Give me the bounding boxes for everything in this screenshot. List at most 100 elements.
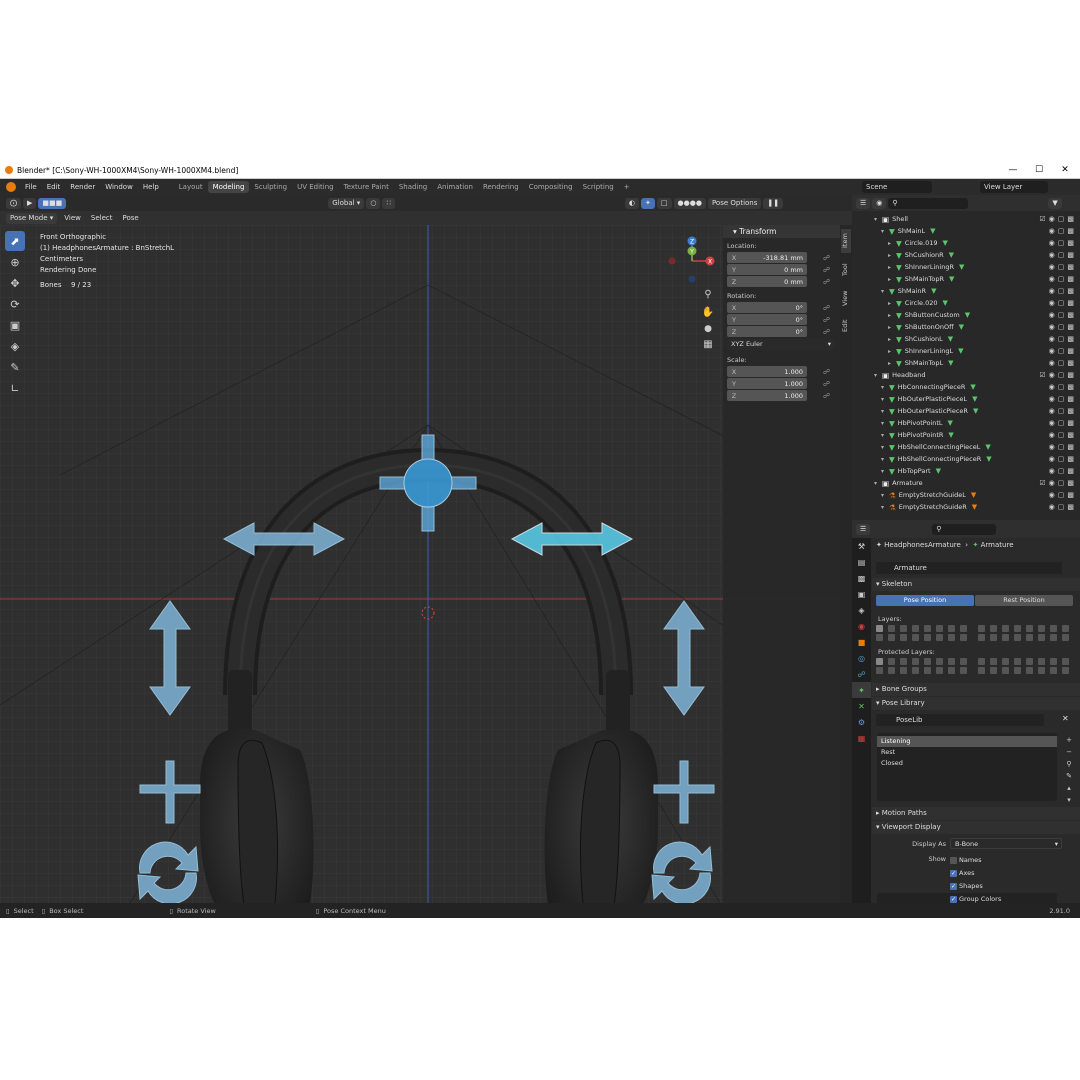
expand-arrow-icon[interactable]: ▾ [881,468,889,475]
rotation-y-field[interactable]: Y 0° ☍ [727,314,830,325]
expand-arrow-icon[interactable]: ▸ [888,276,896,283]
scale-x-field[interactable]: X 1.000 ☍ [727,366,830,377]
outliner-row[interactable]: ▸ ▼ ShMainTopR ▼ ◉▢▩ [852,273,1080,285]
layer-toggle[interactable] [978,625,985,632]
expand-arrow-icon[interactable]: ▾ [881,444,889,451]
tab-tool[interactable]: Tool [841,259,851,281]
visibility-icon[interactable]: ◉▢▩ [1049,431,1077,439]
layer-toggle[interactable] [948,625,955,632]
tab-animation[interactable]: Animation [432,181,478,193]
editor-type-icon[interactable]: ⨀ [6,197,21,209]
layer-toggle[interactable] [960,625,967,632]
outliner-row[interactable]: ▸ ▼ Circle.020 ▼ ◉▢▩ [852,297,1080,309]
layer-toggle[interactable] [888,625,895,632]
visibility-icon[interactable]: ◉▢▩ [1049,395,1077,403]
remove-pose-icon[interactable]: − [1064,746,1074,758]
tab-layout[interactable]: Layout [174,181,208,193]
outliner-row[interactable]: ▾ ▼ HbPivotPointL ▼ ◉▢▩ [852,417,1080,429]
move-down-icon[interactable]: ▾ [1064,794,1074,806]
visibility-icon[interactable]: ◉▢▩ [1049,239,1077,247]
visibility-icon[interactable]: ◉▢▩ [1049,251,1077,259]
layer-toggle[interactable] [1026,658,1033,665]
transform-orientation-dropdown[interactable]: Global ▾ [328,197,365,209]
layer-toggle[interactable] [978,658,985,665]
outliner-search-input[interactable]: ⚲ [888,197,969,209]
expand-arrow-icon[interactable]: ▾ [881,432,889,439]
minimize-icon[interactable]: — [1000,162,1026,179]
bone-constraints-tab-icon[interactable]: ⚙ [852,714,871,730]
menu-window[interactable]: Window [100,183,138,191]
expand-arrow-icon[interactable]: ▸ [888,252,896,259]
visibility-icon[interactable]: ◉▢▩ [1049,503,1077,511]
expand-arrow-icon[interactable]: ▾ [881,504,889,511]
navigation-gizmo[interactable]: Z Y X ⚲ ✋ ● ▦ [664,231,720,351]
expand-arrow-icon[interactable]: ▾ [874,216,882,223]
modifiers-tab-icon[interactable]: ◎ [852,650,871,666]
tab-scripting[interactable]: Scripting [578,181,619,193]
layer-toggle[interactable] [888,634,895,641]
object-tab-icon[interactable]: ■ [852,634,871,650]
layer-toggle[interactable] [912,634,919,641]
view-menu[interactable]: View [59,214,86,222]
visibility-icon[interactable]: ☑◉▢▩ [1039,215,1077,223]
expand-arrow-icon[interactable]: ▾ [874,372,882,379]
lock-icon[interactable]: ☍ [823,380,830,388]
rotation-mode-dropdown[interactable]: XYZ Euler ▾ [727,339,835,350]
annotate-tool[interactable]: ✎ [5,357,25,377]
layer-toggle[interactable] [1002,667,1009,674]
layer-toggle[interactable] [900,667,907,674]
tab-uv-editing[interactable]: UV Editing [292,181,339,193]
scene-tab-icon[interactable]: ◈ [852,602,871,618]
layer-toggle[interactable] [978,634,985,641]
pivot-icon[interactable]: ○ [366,197,381,209]
editor-type-icon[interactable]: ☰ [856,197,871,209]
select-menu[interactable]: Select [86,214,118,222]
layer-toggle[interactable] [1038,634,1045,641]
expand-arrow-icon[interactable]: ▾ [881,492,889,499]
mode-dropdown[interactable]: Pose Mode ▾ [6,212,58,224]
expand-arrow-icon[interactable]: ▾ [881,384,889,391]
visibility-icon[interactable]: ◉▢▩ [1049,323,1077,331]
expand-arrow-icon[interactable]: ▾ [881,396,889,403]
layer-toggle[interactable] [960,634,967,641]
layer-toggle[interactable] [900,658,907,665]
skeleton-panel-header[interactable]: ▾ Skeleton [872,578,1080,591]
pose-item-listening[interactable]: Listening [877,736,1057,747]
pose-item-rest[interactable]: Rest [877,747,1057,758]
scale-y-field[interactable]: Y 1.000 ☍ [727,378,830,389]
cursor-tool[interactable]: ⊕ [5,252,25,272]
layer-toggle[interactable] [1002,658,1009,665]
add-pose-icon[interactable]: + [1064,734,1074,746]
layer-toggle[interactable] [1026,625,1033,632]
outliner-row[interactable]: ▸ ▼ ShMainTopL ▼ ◉▢▩ [852,357,1080,369]
layer-toggle[interactable] [1050,634,1057,641]
menu-edit[interactable]: Edit [42,183,66,191]
snap-icon[interactable]: ∷ [382,197,395,209]
poselib-field[interactable]: PoseLib [876,714,1044,726]
outliner-row[interactable]: ▸ ▼ ShButtonOnOff ▼ ◉▢▩ [852,321,1080,333]
visibility-icon[interactable]: ◉▢▩ [1049,275,1077,283]
menu-help[interactable]: Help [138,183,164,191]
layer-toggle[interactable] [1014,634,1021,641]
visibility-icon[interactable]: ◉▢▩ [1049,407,1077,415]
location-z-field[interactable]: Z 0 mm ☍ [727,276,830,287]
scale-z-field[interactable]: Z 1.000 ☍ [727,390,830,401]
layer-toggle[interactable] [960,667,967,674]
layer-toggle[interactable] [924,625,931,632]
scene-selector[interactable]: Scene [862,181,932,193]
layer-toggle[interactable] [1026,634,1033,641]
visibility-icon[interactable]: ◉▢▩ [1049,491,1077,499]
tab-edit[interactable]: Edit [841,315,851,337]
layer-toggle[interactable] [990,625,997,632]
lock-icon[interactable]: ☍ [823,392,830,400]
layer-toggle[interactable] [924,634,931,641]
expand-arrow-icon[interactable]: ▾ [881,456,889,463]
tab-sculpting[interactable]: Sculpting [249,181,292,193]
lock-icon[interactable]: ☍ [823,304,830,312]
transform-tool[interactable]: ◈ [5,336,25,356]
rotate-tool[interactable]: ⟳ [5,294,25,314]
lock-icon[interactable]: ☍ [823,328,830,336]
layer-toggle[interactable] [1014,667,1021,674]
lock-icon[interactable]: ☍ [823,266,830,274]
layer-toggle[interactable] [900,634,907,641]
